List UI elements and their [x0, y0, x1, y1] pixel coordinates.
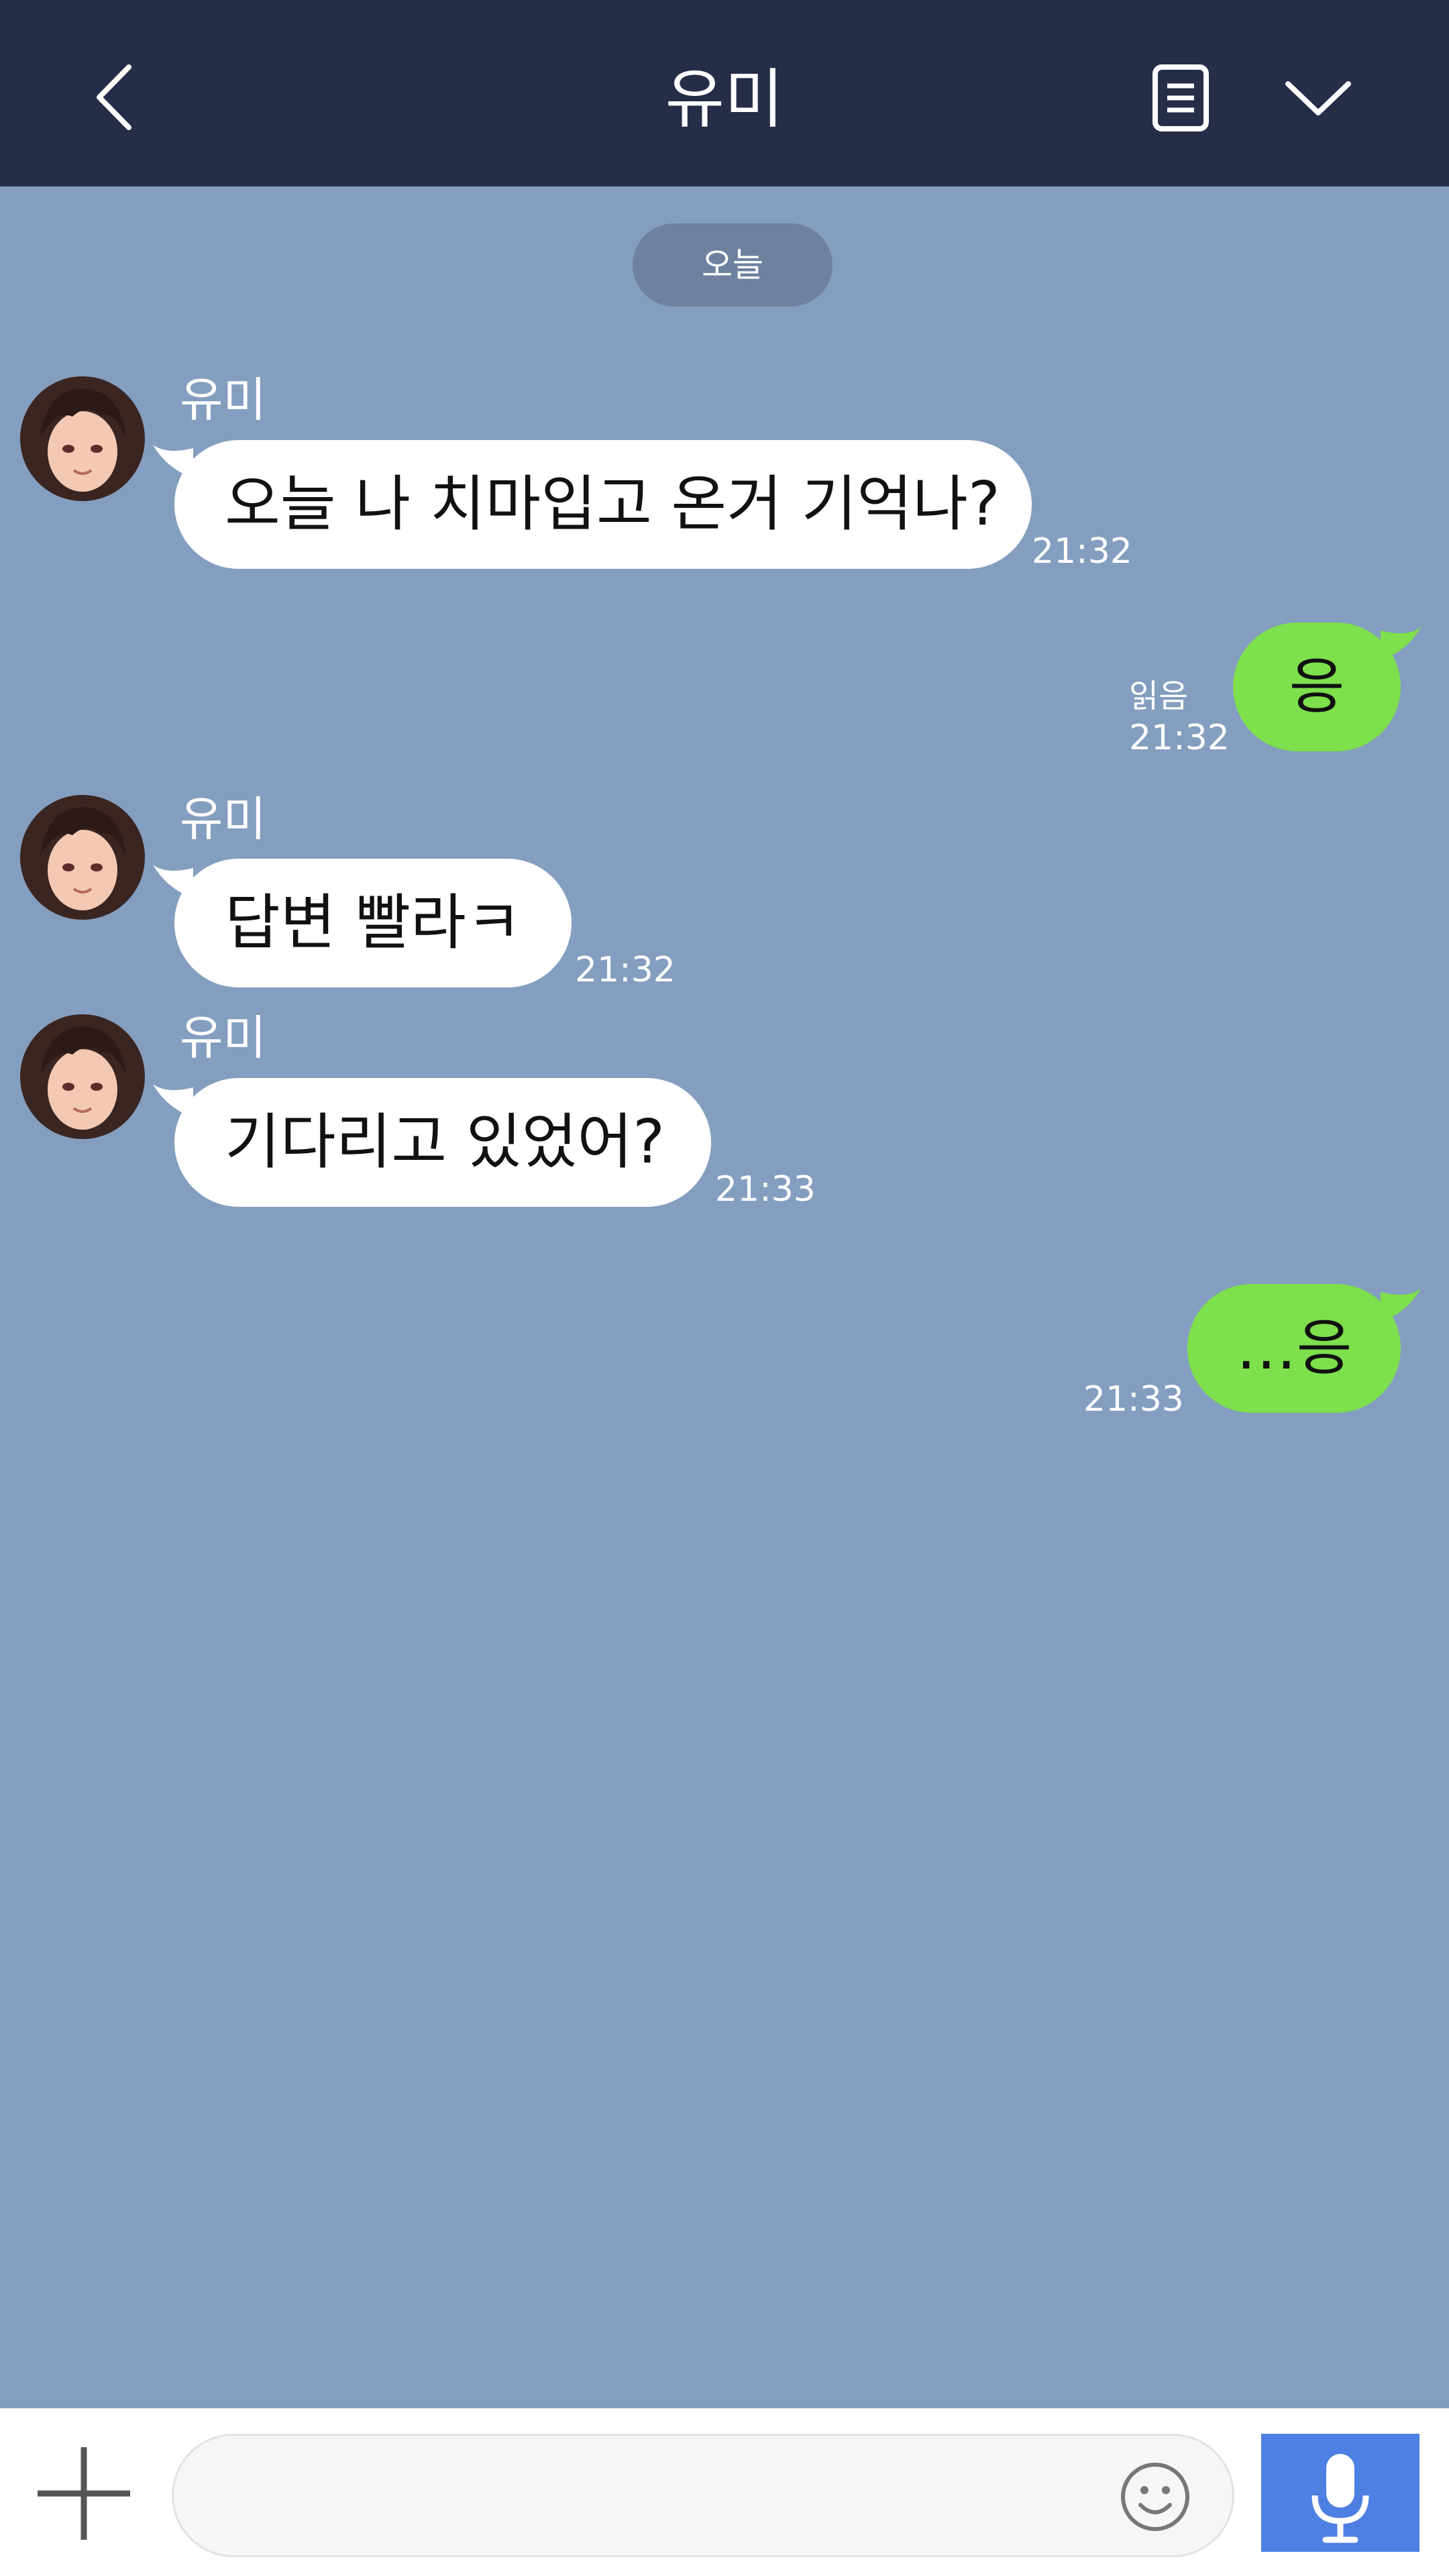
bubble-tail — [1381, 627, 1421, 661]
message-time: 21:32 — [1032, 531, 1132, 572]
message-bubble[interactable]: 오늘 나 치마입고 온거 기억나? — [174, 440, 1032, 569]
plus-icon[interactable] — [35, 2445, 133, 2542]
sender-name: 유미 — [180, 792, 266, 847]
avatar[interactable] — [20, 376, 145, 501]
notes-icon[interactable] — [1140, 62, 1221, 136]
voice-button[interactable] — [1261, 2434, 1419, 2552]
chat-header: 유미 — [0, 0, 1449, 186]
message-bubble[interactable]: 응 — [1233, 623, 1401, 751]
read-receipt: 읽음 — [1129, 678, 1189, 715]
avatar[interactable] — [20, 795, 145, 920]
sender-name: 유미 — [180, 1010, 266, 1065]
date-divider: 오늘 — [633, 223, 833, 307]
message-bubble[interactable]: 답변 빨라ㅋ — [174, 859, 572, 987]
sender-name: 유미 — [180, 372, 266, 427]
message-bubble[interactable]: 기다리고 있었어? — [174, 1078, 711, 1207]
message-bubble[interactable]: …응 — [1187, 1284, 1401, 1413]
microphone-icon — [1311, 2454, 1369, 2543]
message-list[interactable]: 오늘 유미 오늘 나 치마입고 온거 기억나? 21:32 읽음 21:32 응… — [0, 186, 1449, 2408]
message-time: 21:32 — [1129, 718, 1230, 758]
message-time: 21:33 — [715, 1169, 816, 1210]
avatar[interactable] — [20, 1014, 145, 1139]
message-input[interactable] — [172, 2434, 1234, 2557]
composer-bar — [0, 2408, 1449, 2576]
chevron-down-icon[interactable] — [1281, 67, 1355, 127]
message-time: 21:33 — [1083, 1379, 1184, 1419]
bubble-tail — [1381, 1289, 1421, 1322]
smiley-icon[interactable] — [1119, 2461, 1191, 2533]
message-time: 21:32 — [575, 950, 676, 990]
chat-title: 유미 — [665, 62, 784, 137]
